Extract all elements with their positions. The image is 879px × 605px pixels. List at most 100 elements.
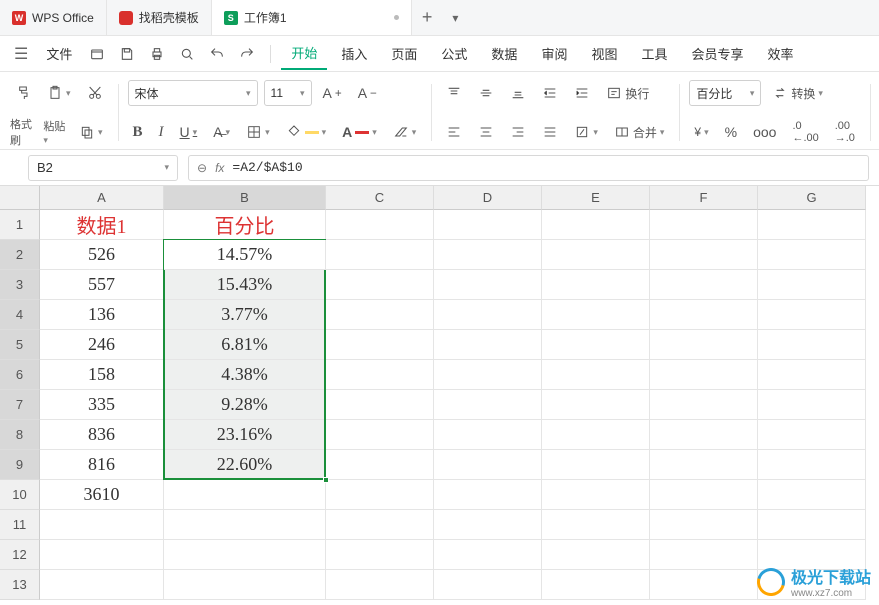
row-header[interactable]: 4 <box>0 300 40 330</box>
percent-icon[interactable]: % <box>720 121 742 143</box>
font-name-select[interactable]: 宋体▾ <box>128 80 258 106</box>
cell[interactable]: 6.81% <box>164 330 326 360</box>
cell[interactable]: 158 <box>40 360 164 390</box>
cell[interactable] <box>542 330 650 360</box>
cell[interactable] <box>434 540 542 570</box>
row-header[interactable]: 9 <box>0 450 40 480</box>
cell[interactable]: 数据1 <box>40 210 164 240</box>
copy-icon[interactable]: ▾ <box>74 121 108 143</box>
cell[interactable] <box>326 300 434 330</box>
row-header[interactable]: 1 <box>0 210 40 240</box>
cell[interactable] <box>326 240 434 270</box>
cell[interactable] <box>650 240 758 270</box>
cell[interactable] <box>758 390 866 420</box>
row-header[interactable]: 12 <box>0 540 40 570</box>
hamburger-icon[interactable]: ☰ <box>8 40 34 68</box>
align-top-icon[interactable] <box>441 82 467 104</box>
select-all-corner[interactable] <box>0 186 40 210</box>
row-header[interactable]: 10 <box>0 480 40 510</box>
border-icon[interactable]: ▾ <box>241 121 275 143</box>
cell[interactable] <box>542 570 650 600</box>
font-grow-icon[interactable]: A+ <box>318 82 347 104</box>
font-size-select[interactable]: 11▾ <box>264 80 312 106</box>
cell[interactable] <box>650 420 758 450</box>
convert-button[interactable]: 转换▾ <box>767 82 828 105</box>
menu-formula[interactable]: 公式 <box>431 38 477 69</box>
cell[interactable] <box>542 360 650 390</box>
cell[interactable] <box>326 480 434 510</box>
column-header[interactable]: F <box>650 186 758 210</box>
column-header[interactable]: A <box>40 186 164 210</box>
cell[interactable] <box>758 270 866 300</box>
menu-data[interactable]: 数据 <box>481 38 527 69</box>
cell[interactable]: 557 <box>40 270 164 300</box>
align-middle-icon[interactable] <box>473 82 499 104</box>
row-header[interactable]: 3 <box>0 270 40 300</box>
cell[interactable]: 136 <box>40 300 164 330</box>
cell[interactable]: 335 <box>40 390 164 420</box>
row-header[interactable]: 6 <box>0 360 40 390</box>
file-menu[interactable]: 文件 <box>38 40 80 67</box>
increase-decimal-icon[interactable]: .00→.0 <box>830 117 860 147</box>
cell[interactable] <box>758 330 866 360</box>
cell[interactable] <box>434 360 542 390</box>
cell[interactable] <box>758 300 866 330</box>
cell[interactable] <box>164 480 326 510</box>
cell[interactable]: 526 <box>40 240 164 270</box>
cell[interactable] <box>434 420 542 450</box>
cell[interactable] <box>542 390 650 420</box>
cell[interactable] <box>650 390 758 420</box>
cell[interactable]: 4.38% <box>164 360 326 390</box>
cell[interactable] <box>434 510 542 540</box>
clear-format-icon[interactable]: ▾ <box>388 121 422 143</box>
cell[interactable] <box>326 270 434 300</box>
save-icon[interactable] <box>114 41 140 67</box>
cell[interactable] <box>434 570 542 600</box>
menu-insert[interactable]: 插入 <box>331 38 377 69</box>
column-header[interactable]: G <box>758 186 866 210</box>
align-bottom-icon[interactable] <box>505 82 531 104</box>
cell[interactable] <box>326 570 434 600</box>
cell[interactable] <box>434 240 542 270</box>
fill-color-icon[interactable]: ▾ <box>281 121 332 143</box>
cell[interactable] <box>650 330 758 360</box>
italic-button[interactable]: I <box>154 121 169 144</box>
cell[interactable] <box>758 240 866 270</box>
fx-icon[interactable]: fx <box>215 161 224 175</box>
menu-page[interactable]: 页面 <box>381 38 427 69</box>
menu-review[interactable]: 审阅 <box>531 38 577 69</box>
cell[interactable] <box>542 480 650 510</box>
indent-decrease-icon[interactable] <box>537 82 563 104</box>
paste-label[interactable]: 粘贴 ▾ <box>43 118 68 146</box>
font-shrink-icon[interactable]: A− <box>353 82 382 104</box>
cell[interactable] <box>650 210 758 240</box>
cell[interactable] <box>164 510 326 540</box>
format-painter-icon[interactable] <box>10 82 36 104</box>
cell[interactable]: 15.43% <box>164 270 326 300</box>
column-header[interactable]: C <box>326 186 434 210</box>
cell[interactable] <box>650 540 758 570</box>
cell[interactable] <box>434 330 542 360</box>
cell[interactable] <box>542 510 650 540</box>
preview-icon[interactable] <box>174 41 200 67</box>
cut-icon[interactable] <box>82 82 108 104</box>
orientation-icon[interactable]: ▾ <box>569 121 603 143</box>
underline-button[interactable]: U▾ <box>175 121 203 143</box>
cell[interactable] <box>542 540 650 570</box>
decrease-decimal-icon[interactable]: .0←.00 <box>787 117 823 147</box>
cell[interactable] <box>326 420 434 450</box>
cell[interactable] <box>542 450 650 480</box>
cell[interactable] <box>758 480 866 510</box>
wrap-text-button[interactable]: 换行 <box>601 82 654 105</box>
row-header[interactable]: 11 <box>0 510 40 540</box>
cell[interactable] <box>434 450 542 480</box>
cell[interactable]: 9.28% <box>164 390 326 420</box>
cell[interactable] <box>542 420 650 450</box>
column-header[interactable]: E <box>542 186 650 210</box>
tab-menu-button[interactable]: ▾ <box>442 0 468 35</box>
cell[interactable] <box>758 450 866 480</box>
cell[interactable] <box>758 420 866 450</box>
cell[interactable] <box>164 540 326 570</box>
cell[interactable] <box>434 480 542 510</box>
align-right-icon[interactable] <box>505 121 531 143</box>
